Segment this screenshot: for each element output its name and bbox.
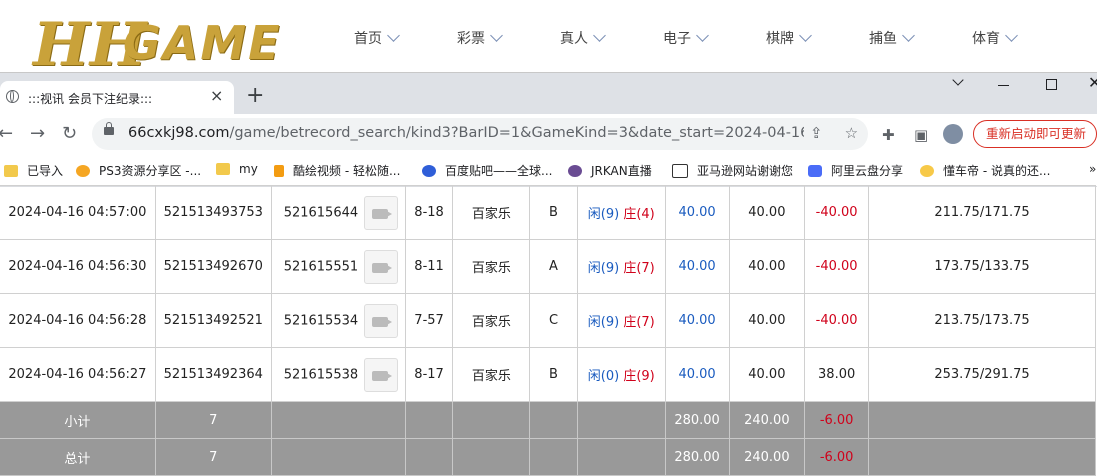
chevron-down-icon	[1005, 29, 1018, 42]
aliyun-drive-icon	[808, 164, 822, 177]
chevron-down-icon	[387, 29, 400, 42]
tab-title: :::视讯 会员下注纪录:::	[28, 92, 153, 106]
browser-tab-bar: :::视讯 会员下注纪录::: × + ✕	[0, 72, 1097, 115]
profile-avatar-icon[interactable]	[943, 124, 963, 144]
share-bookmark-icons[interactable]: ⇪☆	[810, 124, 880, 142]
folder-icon	[216, 163, 230, 175]
table-row: 2024-04-16 04:56:28 521513492521 5216155…	[0, 293, 1096, 348]
main-nav: 首页 彩票 真人 电子 棋牌 捕鱼 体育	[354, 28, 1075, 48]
update-button[interactable]: 重新启动即可更新	[973, 120, 1097, 148]
omnibox[interactable]: 66cxkj98.com/game/betrecord_search/kind3…	[92, 118, 868, 150]
back-arrow-icon[interactable]: ←	[0, 123, 13, 144]
table-row: 2024-04-16 04:57:00 521513493753 5216156…	[0, 185, 1096, 240]
window-minimize-icon[interactable]	[998, 85, 1009, 86]
total-row: 总计 7 280.00 240.00 -6.00	[0, 438, 1096, 476]
globe-icon	[6, 90, 19, 103]
nav-live[interactable]: 真人	[560, 28, 663, 48]
baidu-paw-icon	[422, 164, 436, 177]
jrkan-icon	[568, 164, 582, 177]
reload-icon[interactable]: ↻	[62, 123, 77, 144]
bookmark-amazon[interactable]: 亚马逊网站谢谢您	[672, 162, 793, 179]
bookmark-ps3[interactable]: PS3资源分享区 -...	[76, 162, 201, 179]
chevron-down-icon	[696, 29, 709, 42]
table-row: 2024-04-16 04:56:30 521513492670 5216155…	[0, 239, 1096, 294]
bookmarks-bar: 已导入 PS3资源分享区 -... my 酷绘视频 - 轻松随... 百度贴吧—…	[0, 154, 1097, 187]
nav-electronic[interactable]: 电子	[663, 28, 766, 48]
video-replay-icon[interactable]	[364, 249, 399, 284]
tab-close-icon[interactable]: ×	[210, 86, 223, 105]
logo-game: GAME	[123, 16, 282, 70]
bookmark-dongchedi[interactable]: 懂车帝 - 说真的还...	[920, 162, 1050, 179]
subtotal-row: 小计 7 280.00 240.00 -6.00	[0, 401, 1096, 439]
forward-arrow-icon[interactable]: →	[30, 123, 45, 144]
site-favicon-icon	[76, 164, 90, 177]
dongchedi-icon	[920, 164, 934, 177]
nav-home[interactable]: 首页	[354, 28, 457, 48]
video-replay-icon[interactable]	[364, 303, 399, 338]
bet-record-content: 2024-04-16 04:57:00 521513493753 5216156…	[0, 185, 1097, 476]
window-maximize-icon[interactable]	[1046, 79, 1057, 90]
bet-record-table: 2024-04-16 04:57:00 521513493753 5216156…	[0, 185, 1096, 476]
bookmark-my[interactable]: my	[216, 162, 258, 176]
extensions-puzzle-icon[interactable]: ✚	[882, 126, 895, 144]
amazon-icon	[672, 163, 688, 178]
chevron-down-icon	[902, 29, 915, 42]
nav-lottery[interactable]: 彩票	[457, 28, 560, 48]
nav-fishing[interactable]: 捕鱼	[869, 28, 972, 48]
side-panel-icon[interactable]: ▣	[914, 126, 928, 144]
url-text[interactable]: 66cxkj98.com/game/betrecord_search/kind3…	[128, 125, 804, 141]
chevron-down-icon	[799, 29, 812, 42]
bookmark-jrkan[interactable]: JRKAN直播	[568, 162, 652, 179]
chevron-down-icon	[490, 29, 503, 42]
nav-sports[interactable]: 体育	[972, 28, 1075, 48]
window-close-icon[interactable]: ✕	[1088, 73, 1097, 92]
address-bar-row: ← → ↻ 66cxkj98.com/game/betrecord_search…	[0, 114, 1097, 154]
lock-icon[interactable]	[104, 122, 114, 135]
chevron-down-icon	[593, 29, 606, 42]
bookmark-kuhui[interactable]: 酷绘视频 - 轻松随...	[274, 162, 400, 179]
folder-icon	[4, 164, 18, 177]
bookmarks-more-button[interactable]: »	[1089, 162, 1096, 176]
site-header: HH GAME 首页 彩票 真人 电子 棋牌 捕鱼 体育	[0, 0, 1097, 80]
browser-tab[interactable]: :::视讯 会员下注纪录::: ×	[0, 81, 234, 115]
bookmark-imported[interactable]: 已导入	[4, 162, 63, 179]
video-replay-icon[interactable]	[364, 357, 399, 392]
new-tab-button[interactable]: +	[246, 85, 264, 107]
bookmark-aliyun[interactable]: 阿里云盘分享	[808, 162, 903, 179]
site-logo[interactable]: HH GAME	[28, 4, 298, 80]
bookmark-tieba[interactable]: 百度贴吧——全球...	[422, 162, 552, 179]
tab-search-chevron-icon[interactable]	[952, 74, 964, 86]
video-replay-icon[interactable]	[364, 195, 399, 230]
k-logo-icon	[274, 164, 284, 177]
table-row: 2024-04-16 04:56:27 521513492364 5216155…	[0, 347, 1096, 402]
nav-chess[interactable]: 棋牌	[766, 28, 869, 48]
